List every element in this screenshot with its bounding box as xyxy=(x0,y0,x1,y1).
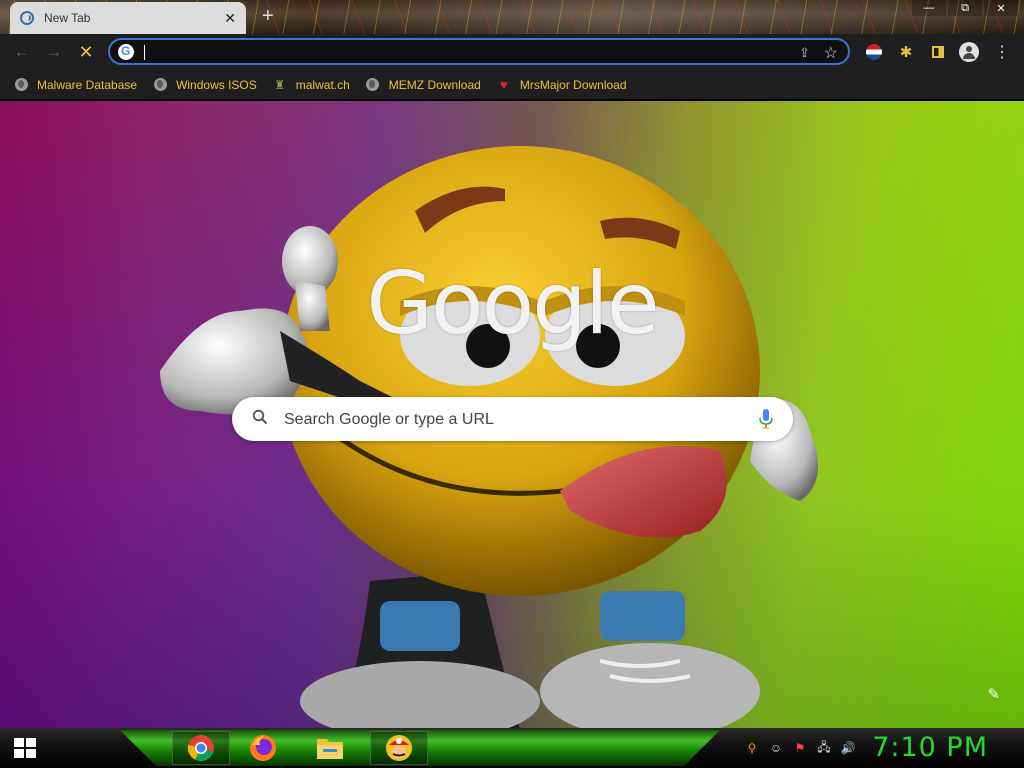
chrome-icon xyxy=(187,735,214,761)
minimize-button[interactable]: — xyxy=(912,0,946,16)
taskbar-firefox-button[interactable] xyxy=(238,731,288,765)
globe-icon xyxy=(14,78,28,92)
action-center-flag-icon[interactable]: ⚑ xyxy=(792,740,808,756)
windows-taskbar: ⚲ ☺ ⚑ 🖧 🔊 7:10 PM xyxy=(0,728,1024,768)
search-input[interactable] xyxy=(282,407,746,433)
bookmark-label: Malware Database xyxy=(37,77,138,92)
search-icon[interactable]: ⚲ xyxy=(744,740,760,756)
side-panel-icon xyxy=(932,46,944,58)
system-tray: ⚲ ☺ ⚑ 🖧 🔊 xyxy=(744,740,856,756)
volume-icon[interactable]: 🔊 xyxy=(840,740,856,756)
tab-title: New Tab xyxy=(44,11,91,25)
bookmark-memz-download[interactable]: MEMZ Download xyxy=(366,78,481,92)
title-bar: New Tab ✕ + — ⧉ ✕ xyxy=(0,0,1024,34)
globe-icon xyxy=(366,78,380,92)
tab-new-tab[interactable]: New Tab ✕ xyxy=(10,2,246,34)
chat-icon[interactable]: ☺ xyxy=(768,740,784,756)
window-controls: — ⧉ ✕ xyxy=(910,0,1018,16)
bookmark-windows-isos[interactable]: Windows ISOS xyxy=(153,78,257,92)
start-button[interactable] xyxy=(14,738,36,758)
profile-button[interactable] xyxy=(959,42,979,62)
extensions-puzzle-icon[interactable]: ✱ xyxy=(896,42,916,62)
bookmark-label: MEMZ Download xyxy=(388,77,481,92)
new-tab-favicon-icon xyxy=(20,11,34,25)
share-icon[interactable]: ⇪ xyxy=(799,45,810,61)
taskbar-clock[interactable]: 7:10 PM xyxy=(872,732,988,763)
new-tab-page: Google ✎ xyxy=(0,101,1024,729)
customize-pencil-icon[interactable]: ✎ xyxy=(987,685,1000,703)
browser-toolbar: ← → ✕ ⇪ ☆ ✱ ⋮ xyxy=(0,34,1024,70)
chrome-menu-button[interactable]: ⋮ xyxy=(992,42,1012,62)
back-button[interactable]: ← xyxy=(12,42,32,62)
google-g-icon xyxy=(118,44,134,60)
bookmark-malware-database[interactable]: Malware Database xyxy=(14,78,137,92)
side-panel-button[interactable] xyxy=(928,42,948,62)
restore-button[interactable]: ⧉ xyxy=(948,0,982,16)
text-caret xyxy=(144,45,145,60)
search-box[interactable] xyxy=(232,397,793,441)
taskbar-chrome-button[interactable] xyxy=(172,731,230,765)
bookmark-label: malwat.ch xyxy=(295,77,350,92)
bookmark-mrsmajor-download[interactable]: ♥ MrsMajor Download xyxy=(497,77,627,92)
bookmark-star-icon[interactable]: ☆ xyxy=(824,43,838,63)
close-window-button[interactable]: ✕ xyxy=(984,0,1018,16)
google-logo: Google xyxy=(366,254,659,354)
heart-icon: ♥ xyxy=(499,77,508,92)
bookmarks-bar: Malware Database Windows ISOS ♜ malwat.c… xyxy=(0,70,1024,100)
taskbar-mario-app-button[interactable] xyxy=(370,731,428,765)
firefox-icon xyxy=(250,735,276,761)
address-input[interactable] xyxy=(148,42,752,64)
search-icon xyxy=(252,409,268,425)
stop-loading-button[interactable]: ✕ xyxy=(76,42,96,62)
avatar-icon xyxy=(959,42,979,62)
forward-button[interactable]: → xyxy=(44,42,64,62)
mario-icon xyxy=(386,735,412,761)
bug-icon: ♜ xyxy=(274,77,286,92)
file-explorer-icon xyxy=(317,739,343,759)
extension-flag-button[interactable] xyxy=(864,42,884,62)
new-tab-button[interactable]: + xyxy=(262,6,274,26)
network-icon[interactable]: 🖧 xyxy=(816,740,832,756)
flag-icon xyxy=(866,44,882,60)
bookmark-label: MrsMajor Download xyxy=(519,77,627,92)
taskbar-file-explorer-button[interactable] xyxy=(305,731,355,765)
address-bar[interactable]: ⇪ ☆ xyxy=(108,38,850,65)
bookmark-malwatch[interactable]: ♜ malwat.ch xyxy=(273,77,350,92)
globe-icon xyxy=(153,78,167,92)
tab-close-icon[interactable]: ✕ xyxy=(224,10,236,27)
microphone-icon[interactable] xyxy=(759,409,773,429)
bookmark-label: Windows ISOS xyxy=(176,77,257,92)
